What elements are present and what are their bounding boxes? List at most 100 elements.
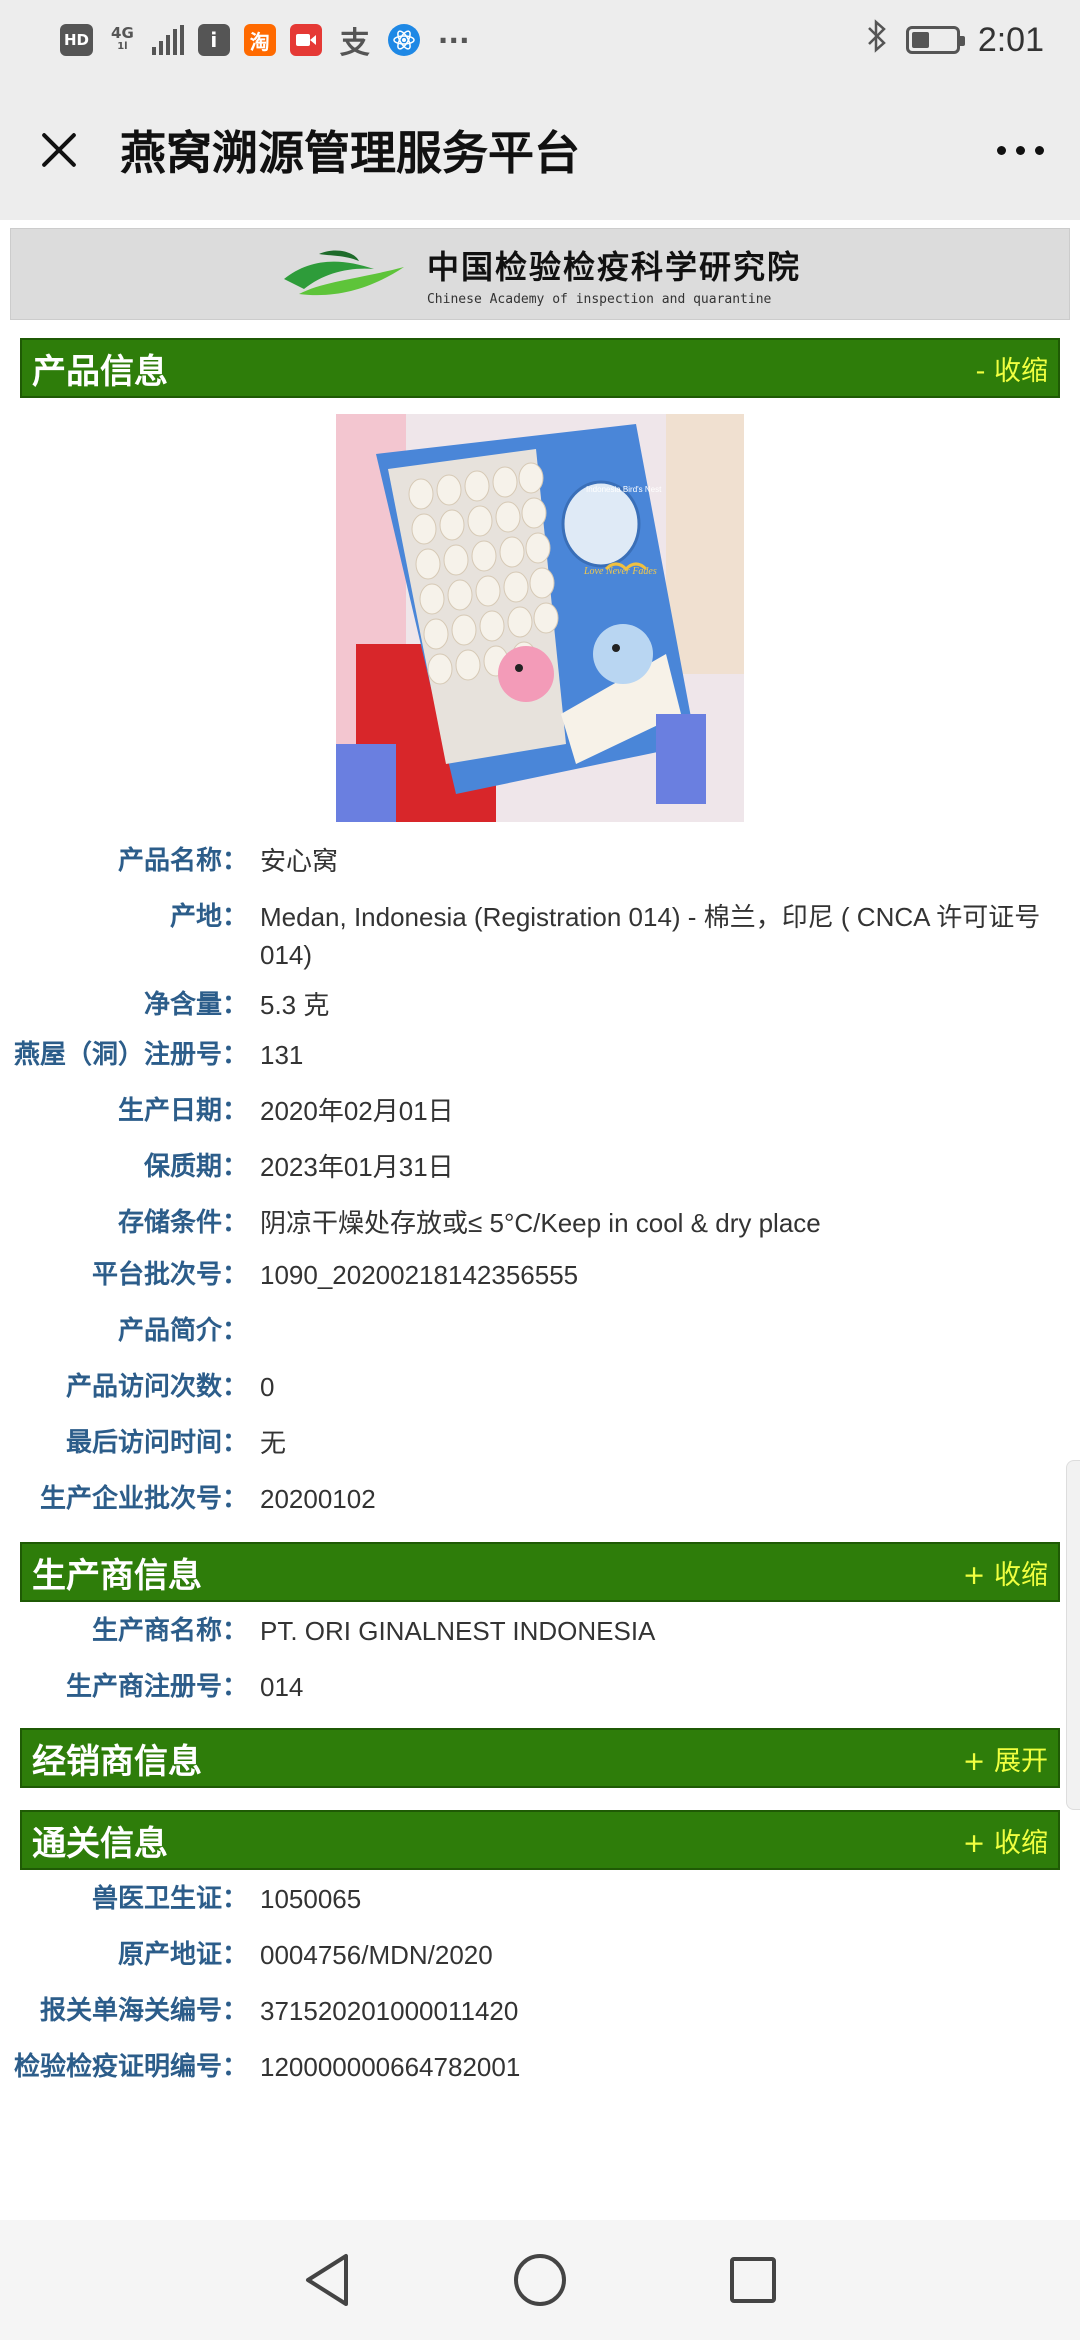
distributor-section-header[interactable]: 经销商信息 + 展开 [20,1728,1060,1788]
field-label: 生产商注册号： [65,1672,248,1702]
field-value: 阴凉干燥处存放或≤ 5°C/Keep in cool & dry place [260,1208,821,1238]
home-button[interactable] [510,2250,570,2310]
field-row: 兽医卫生证： 1050065 [0,1880,1080,1918]
status-right: 2:01 [866,19,1044,61]
swallow-logo-icon [283,250,404,296]
field-label: 燕屋（洞）注册号： [13,1040,248,1070]
section-title: 通关信息 [32,1823,168,1864]
field-label: 生产商名称： [91,1616,248,1646]
field-row: 产品名称： 安心窝 [0,842,1080,880]
field-value: 0004756/MDN/2020 [260,1940,493,1970]
video-icon [289,24,322,56]
distributor-section: 经销商信息 + 展开 [0,1728,1080,1788]
field-row: 存储条件： 阴凉干燥处存放或≤ 5°C/Keep in cool & dry pl… [0,1204,1080,1242]
field-label: 检验检疫证明编号： [13,2052,248,2082]
main-content[interactable]: 中国检验检疫科学研究院 Chinese Academy of inspectio… [0,220,1080,2220]
field-row: 原产地证： 0004756/MDN/2020 [0,1936,1080,1974]
battery-icon [905,26,965,54]
react-icon [387,24,420,56]
field-row: 生产商注册号： 014 [0,1668,1080,1706]
section-title: 生产商信息 [32,1555,202,1596]
collapse-toggle[interactable]: + 收缩 [963,1821,1048,1860]
product-section: 产品信息 - 收缩 Indonesia Bird's Nest Love Nev… [0,338,1080,1518]
field-label: 平台批次号： [91,1260,248,1290]
status-bar: HD 4G 1l i 淘 支 ··· 2:01 [0,0,1080,80]
institution-banner: 中国检验检疫科学研究院 Chinese Academy of inspectio… [10,228,1070,320]
field-label: 产地： [169,902,248,932]
recents-square-icon [730,2257,777,2303]
back-button[interactable] [297,2250,357,2310]
field-row: 产品简介： [0,1312,1080,1350]
field-row: 产地： Medan, Indonesia (Registration 014) -… [0,898,1080,974]
bluetooth-icon [866,19,888,61]
field-label: 原产地证： [117,1940,248,1970]
expand-toggle[interactable]: + 展开 [963,1739,1048,1778]
alipay-icon: 支 [339,26,370,61]
field-row: 最后访问时间： 无 [0,1424,1080,1462]
field-label: 存储条件： [117,1208,248,1238]
field-row: 平台批次号： 1090_20200218142356555 [0,1256,1080,1294]
manufacturer-section-header[interactable]: 生产商信息 + 收缩 [20,1542,1060,1602]
home-circle-icon [513,2254,566,2306]
field-label: 生产企业批次号： [39,1484,248,1514]
field-row: 净含量： 5.3 克 [0,986,1080,1024]
title-bar: 燕窝溯源管理服务平台 [0,80,1080,220]
field-row: 报关单海关编号： 371520201000011420 [0,1992,1080,2030]
field-value: 2020年02月01日 [260,1096,454,1126]
field-value: Medan, Indonesia (Registration 014) - 棉兰… [260,902,1041,970]
field-row: 检验检疫证明编号： 120000000664782001 [0,2048,1080,2086]
more-options-button[interactable] [990,140,1050,160]
field-value: 2023年01月31日 [260,1152,454,1182]
page-title: 燕窝溯源管理服务平台 [120,126,580,180]
field-value: 20200102 [260,1484,376,1514]
institution-name-cn: 中国检验检疫科学研究院 [426,247,801,286]
back-triangle-icon [305,2254,348,2306]
customs-fields: 兽医卫生证： 1050065 原产地证： 0004756/MDN/2020 报关单海关编… [0,1880,1080,2086]
more-notifications-icon: ··· [437,23,470,57]
institution-name-en: Chinese Academy of inspection and quaran… [426,291,772,307]
battery-level [911,32,929,48]
field-row: 生产商名称： PT. ORI GINALNEST INDONESIA [0,1612,1080,1650]
system-nav-bar [0,2220,1080,2340]
product-image: Indonesia Bird's Nest Love Never Fades [336,414,744,822]
collapse-toggle[interactable]: + 收缩 [963,1553,1048,1592]
field-label: 生产日期： [117,1096,248,1126]
clock: 2:01 [977,20,1044,59]
customs-section: 通关信息 + 收缩 兽医卫生证： 1050065 原产地证： 0004756/MDN/… [0,1810,1080,2086]
box-script-label: Love Never Fades [583,566,657,577]
field-value: 120000000664782001 [260,2052,521,2082]
section-title: 产品信息 [32,351,168,392]
field-label: 报关单海关编号： [39,1996,248,2026]
field-row: 产品访问次数： 0 [0,1368,1080,1406]
field-value: PT. ORI GINALNEST INDONESIA [260,1616,656,1646]
field-label: 产品简介： [117,1316,248,1346]
field-label: 产品名称： [117,846,248,876]
recents-button[interactable] [723,2250,783,2310]
field-row: 生产企业批次号： 20200102 [0,1480,1080,1518]
hd-icon: HD [60,24,94,56]
field-value: 371520201000011420 [260,1996,519,2026]
box-label: Indonesia Bird's Nest [586,485,662,494]
field-label: 保质期： [143,1152,248,1182]
field-label: 最后访问时间： [65,1428,248,1458]
field-value: 1090_20200218142356555 [260,1260,579,1290]
product-photo: Indonesia Bird's Nest Love Never Fades [336,414,744,822]
status-icons: HD 4G 1l i 淘 支 ··· [60,23,474,61]
taobao-icon: 淘 [243,24,276,56]
product-section-header[interactable]: 产品信息 - 收缩 [20,338,1060,398]
dot-icon [1015,145,1025,155]
field-value: 安心窝 [260,846,339,876]
section-title: 经销商信息 [32,1741,202,1782]
manufacturer-fields: 生产商名称： PT. ORI GINALNEST INDONESIA 生产商注册号：… [0,1612,1080,1706]
dot-icon [996,145,1006,155]
customs-section-header[interactable]: 通关信息 + 收缩 [20,1810,1060,1870]
collapse-toggle[interactable]: - 收缩 [976,349,1048,388]
product-fields: 产品名称： 安心窝 产地： Medan, Indonesia (Registratio… [0,842,1080,1518]
field-value: 0 [260,1372,275,1402]
close-button[interactable] [30,122,86,178]
field-label: 净含量： [143,990,248,1020]
manufacturer-section: 生产商信息 + 收缩 生产商名称： PT. ORI GINALNEST INDON… [0,1542,1080,1706]
field-row: 燕屋（洞）注册号： 131 [0,1036,1080,1074]
scrollbar[interactable] [1066,1460,1080,1810]
info-icon: i [197,24,230,56]
